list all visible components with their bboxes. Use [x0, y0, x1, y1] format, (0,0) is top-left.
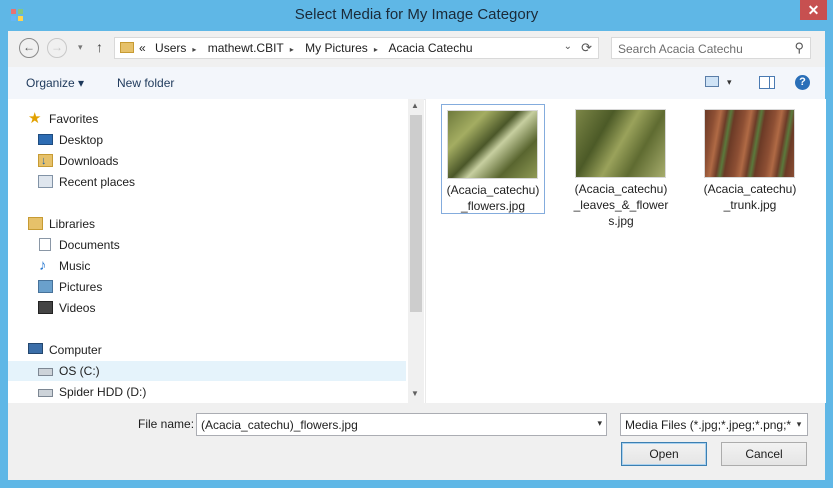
navigation-pane: ★ Favorites Desktop Downloads Recent pla…: [8, 99, 424, 403]
breadcrumb-acacia-catechu[interactable]: Acacia Catechu: [389, 41, 473, 55]
open-button[interactable]: Open: [621, 442, 707, 466]
thumbnail-image: [575, 109, 666, 178]
file-tile[interactable]: (Acacia_catechu) _leaves_&_flower s.jpg: [570, 104, 674, 228]
computer-icon: [28, 343, 43, 354]
new-folder-button[interactable]: New folder: [117, 76, 174, 90]
drive-icon: [38, 368, 53, 376]
nav-downloads[interactable]: Downloads: [38, 151, 398, 171]
preview-pane-icon[interactable]: [759, 76, 775, 89]
nav-downloads-label: Downloads: [59, 154, 119, 168]
refresh-icon[interactable]: ⟳: [581, 40, 592, 56]
dialog-window: Select Media for My Image Category ✕ ← →…: [0, 0, 833, 488]
documents-icon: [39, 238, 51, 251]
drive-icon: [38, 389, 53, 397]
file-name-value: (Acacia_catechu)_flowers.jpg: [201, 418, 358, 432]
breadcrumb: « Users ▸ mathewt.CBIT ▸ My Pictures ▸ Acac…: [139, 41, 479, 55]
scroll-up-icon[interactable]: ▲: [411, 101, 419, 110]
nav-libraries-label: Libraries: [49, 217, 96, 231]
breadcrumb-users[interactable]: Users: [155, 41, 186, 55]
nav-desktop-label: Desktop: [59, 133, 104, 147]
videos-icon: [38, 301, 53, 314]
nav-videos[interactable]: Videos: [38, 298, 398, 318]
nav-os-c-label: OS (C:): [59, 364, 100, 378]
nav-music-label: Music: [59, 259, 91, 273]
chevron-right-icon[interactable]: ▸: [374, 45, 378, 54]
help-icon[interactable]: ?: [795, 75, 810, 90]
chevron-down-icon[interactable]: ⌄: [564, 41, 572, 52]
breadcrumb-overflow[interactable]: «: [139, 41, 146, 55]
file-tile[interactable]: (Acacia_catechu) _flowers.jpg: [441, 104, 545, 214]
change-view-icon[interactable]: [705, 76, 719, 87]
search-placeholder: Search Acacia Catechu: [618, 42, 743, 56]
desktop-icon: [38, 134, 53, 145]
nav-documents[interactable]: Documents: [38, 235, 398, 255]
chevron-right-icon[interactable]: ▸: [290, 45, 294, 54]
nav-recent-places[interactable]: Recent places: [38, 172, 398, 192]
scroll-down-icon[interactable]: ▼: [411, 389, 419, 398]
nav-pictures-label: Pictures: [59, 280, 103, 294]
file-name: (Acacia_catechu) _trunk.jpg: [703, 182, 797, 212]
file-tile[interactable]: (Acacia_catechu) _trunk.jpg: [699, 104, 803, 214]
nav-recent-label: Recent places: [59, 175, 136, 189]
nav-favorites[interactable]: ★ Favorites: [28, 109, 398, 129]
nav-scrollbar[interactable]: ▲ ▼: [408, 99, 424, 403]
search-input[interactable]: Search Acacia Catechu ⚲: [611, 37, 811, 59]
downloads-icon: [38, 151, 53, 171]
nav-favorites-label: Favorites: [49, 112, 99, 126]
chevron-right-icon[interactable]: ▸: [192, 45, 196, 54]
nav-videos-label: Videos: [59, 301, 96, 315]
recent-locations-icon[interactable]: ▾: [78, 42, 83, 53]
view-options-dropdown[interactable]: ▾: [727, 77, 732, 88]
nav-libraries[interactable]: Libraries: [28, 214, 398, 234]
nav-spider-hdd[interactable]: Spider HDD (D:): [38, 382, 398, 402]
breadcrumb-my-pictures[interactable]: My Pictures: [305, 41, 368, 55]
thumbnail-image: [447, 110, 538, 179]
libraries-icon: [28, 217, 43, 230]
forward-button[interactable]: →: [47, 38, 67, 58]
window-title: Select Media for My Image Category: [294, 6, 539, 23]
nav-documents-label: Documents: [59, 238, 120, 252]
cancel-button[interactable]: Cancel: [721, 442, 807, 466]
address-bar[interactable]: « Users ▸ mathewt.CBIT ▸ My Pictures ▸ Acac…: [114, 37, 599, 59]
folder-icon: [120, 42, 134, 53]
file-list: (Acacia_catechu) _flowers.jpg (Acacia_ca…: [425, 99, 826, 403]
address-row: ← → ▾ ↑ « Users ▸ mathewt.CBIT ▸ My Pictur…: [8, 31, 825, 67]
pictures-icon: [38, 280, 53, 293]
search-icon[interactable]: ⚲: [794, 40, 804, 56]
nav-music[interactable]: ♪ Music: [38, 256, 398, 276]
nav-spider-label: Spider HDD (D:): [59, 385, 147, 399]
dialog-body: ← → ▾ ↑ « Users ▸ mathewt.CBIT ▸ My Pictur…: [8, 31, 826, 480]
breadcrumb-user[interactable]: mathewt.CBIT: [208, 41, 284, 55]
nav-computer-label: Computer: [49, 343, 102, 357]
chevron-down-icon[interactable]: ▾: [597, 418, 602, 429]
nav-computer[interactable]: Computer: [28, 340, 398, 360]
recent-places-icon: [38, 175, 53, 188]
star-icon: ★: [28, 110, 42, 127]
file-type-value: Media Files (*.jpg;*.jpeg;*.png;*: [625, 418, 792, 432]
file-name: (Acacia_catechu) _flowers.jpg: [446, 183, 540, 213]
command-bar: Organize ▾ New folder ▾ ?: [8, 67, 825, 100]
file-type-select[interactable]: Media Files (*.jpg;*.jpeg;*.png;* ▾: [620, 413, 808, 436]
file-name: (Acacia_catechu) _leaves_&_flower s.jpg: [573, 182, 669, 228]
file-name-label: File name:: [138, 417, 195, 431]
organize-button[interactable]: Organize ▾: [26, 76, 84, 90]
chevron-down-icon[interactable]: ▾: [791, 414, 807, 435]
music-icon: ♪: [39, 257, 47, 274]
thumbnail-image: [704, 109, 795, 178]
scrollbar-thumb[interactable]: [410, 115, 422, 312]
title-bar: Select Media for My Image Category ✕: [0, 0, 833, 31]
up-button[interactable]: ↑: [96, 39, 103, 55]
close-button[interactable]: ✕: [800, 0, 827, 20]
nav-os-c[interactable]: OS (C:): [8, 361, 406, 381]
nav-desktop[interactable]: Desktop: [38, 130, 398, 150]
file-name-input[interactable]: (Acacia_catechu)_flowers.jpg ▾: [196, 413, 607, 436]
back-button[interactable]: ←: [19, 38, 39, 58]
nav-pictures[interactable]: Pictures: [38, 277, 398, 297]
dialog-footer: File name: (Acacia_catechu)_flowers.jpg …: [8, 403, 825, 480]
